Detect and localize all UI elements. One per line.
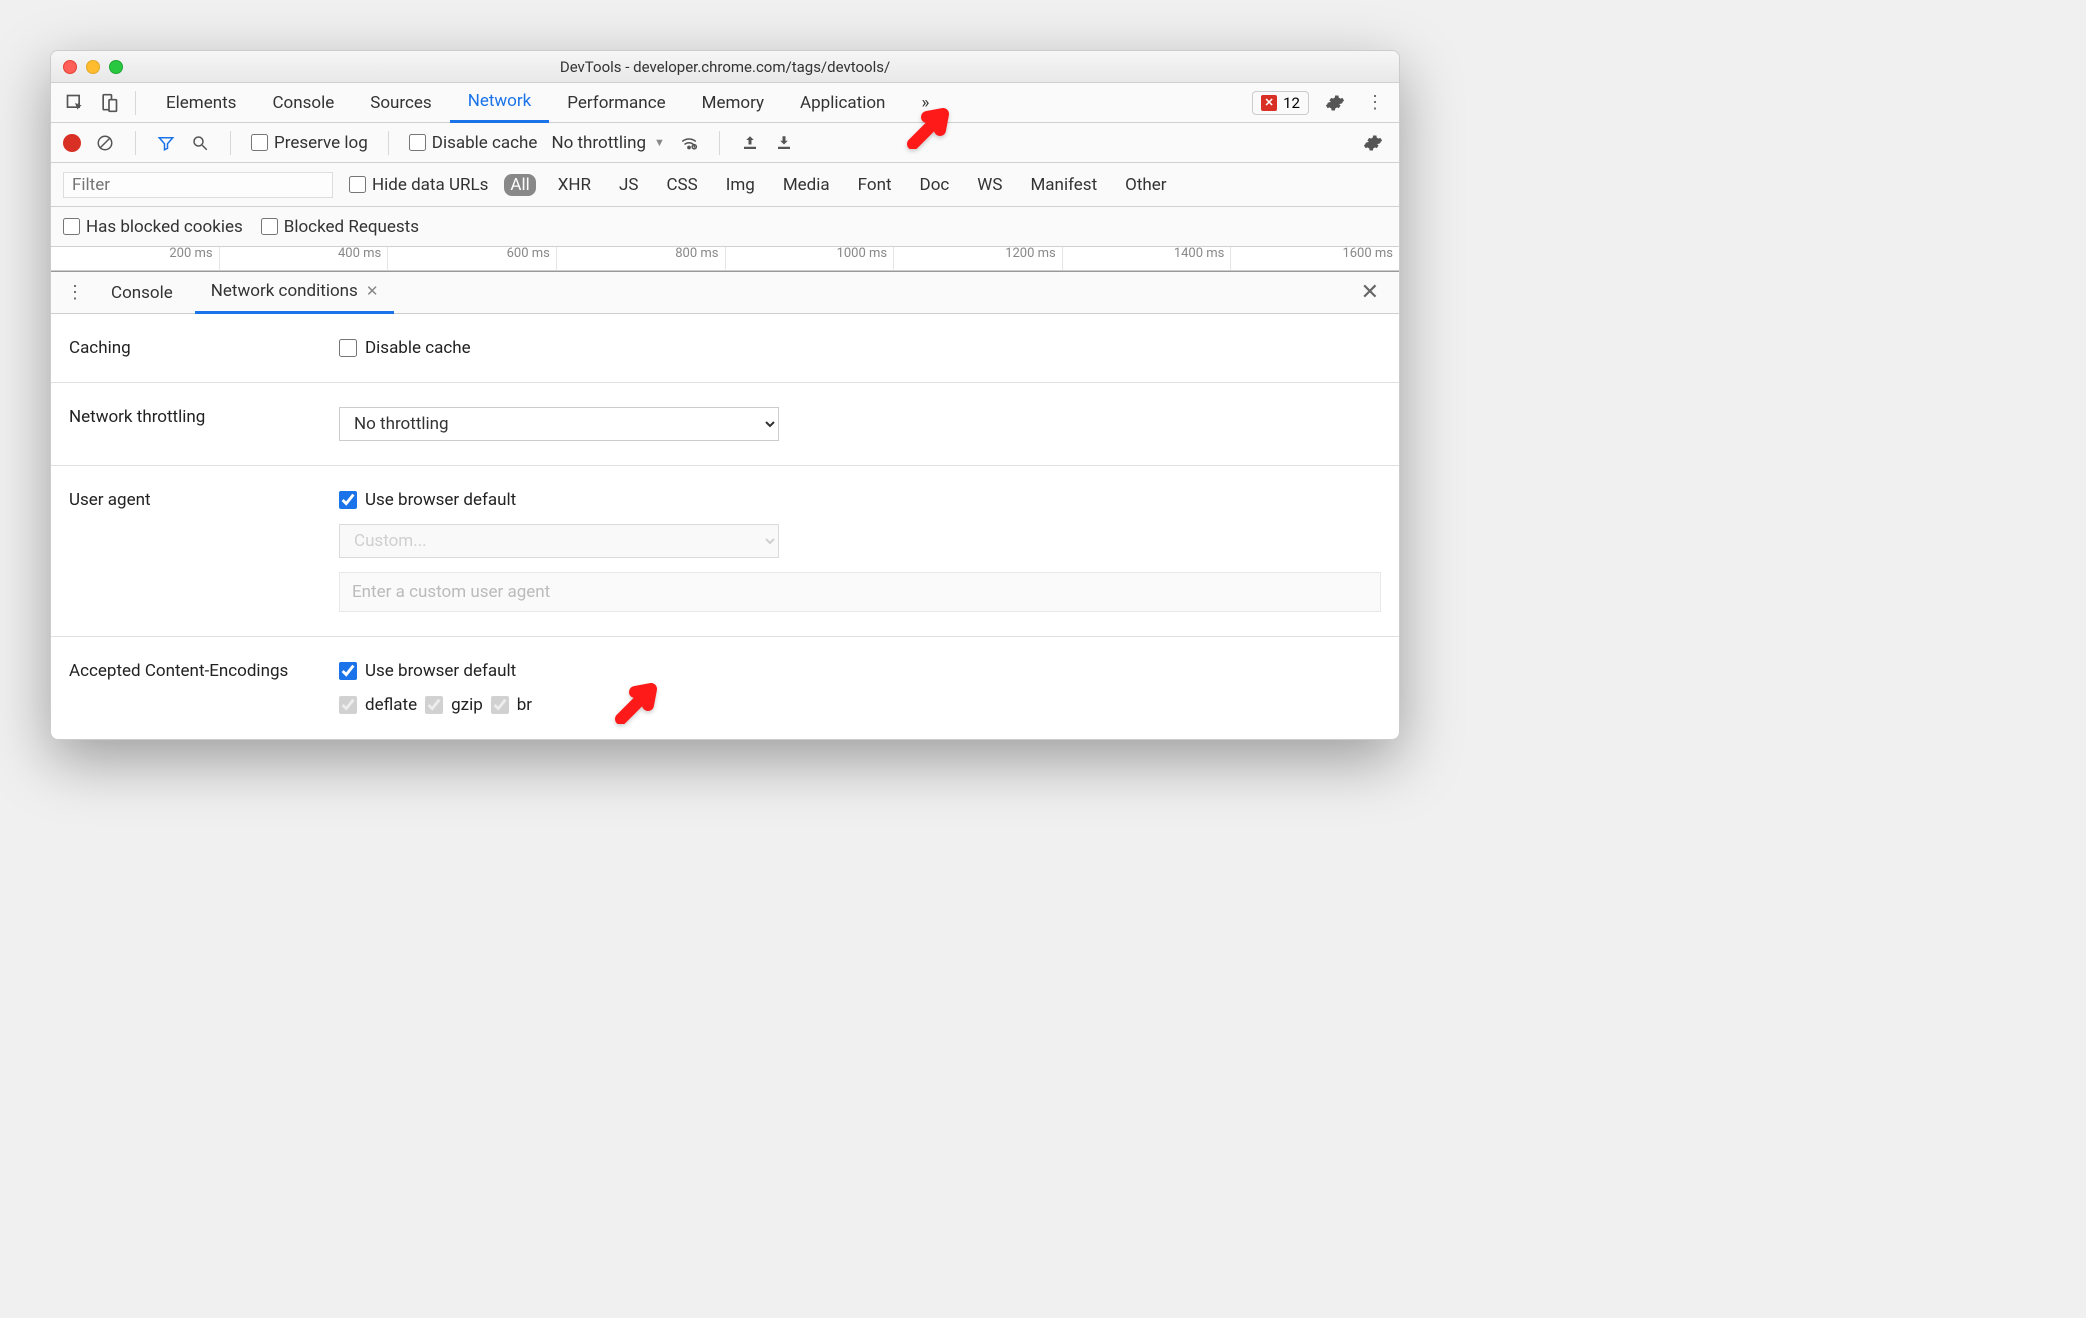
- network-conditions-icon[interactable]: [679, 133, 699, 153]
- encodings-use-default-checkbox[interactable]: Use browser default: [339, 661, 1381, 681]
- maximize-window-button[interactable]: [109, 60, 123, 74]
- download-har-icon[interactable]: [774, 133, 794, 153]
- tab-network[interactable]: Network: [450, 83, 550, 123]
- close-window-button[interactable]: [63, 60, 77, 74]
- close-drawer-icon[interactable]: ✕: [1351, 280, 1389, 305]
- throttling-select[interactable]: No throttling▼: [551, 133, 664, 153]
- filter-chip-all[interactable]: All: [504, 174, 535, 196]
- filter-chip-doc[interactable]: Doc: [914, 174, 956, 196]
- tl-tick: 1000 ms: [726, 247, 895, 270]
- throttling-dropdown[interactable]: No throttling: [339, 407, 779, 441]
- filter-chip-css[interactable]: CSS: [660, 174, 703, 196]
- tab-sources[interactable]: Sources: [352, 83, 449, 123]
- tab-elements[interactable]: Elements: [148, 83, 254, 123]
- filter-chip-js[interactable]: JS: [613, 174, 644, 196]
- gear-icon[interactable]: [1359, 129, 1387, 157]
- network-conditions-panel: Caching Disable cache Network throttling…: [51, 314, 1399, 739]
- user-agent-section-label: User agent: [69, 490, 339, 510]
- filter-chip-font[interactable]: Font: [852, 174, 898, 196]
- blocked-requests-check[interactable]: Blocked Requests: [261, 217, 419, 237]
- ua-custom-select: Custom...: [339, 524, 779, 558]
- filter-chip-other[interactable]: Other: [1119, 174, 1172, 196]
- filter-bar-2: Has blocked cookies Blocked Requests: [51, 207, 1399, 247]
- tab-memory[interactable]: Memory: [684, 83, 782, 123]
- has-blocked-cookies-check[interactable]: Has blocked cookies: [63, 217, 243, 237]
- separator: [135, 131, 136, 155]
- window-title: DevTools - developer.chrome.com/tags/dev…: [51, 58, 1399, 76]
- timeline-overview[interactable]: 200 ms 400 ms 600 ms 800 ms 1000 ms 1200…: [51, 247, 1399, 271]
- tab-application[interactable]: Application: [782, 83, 903, 123]
- tab-overflow[interactable]: »: [903, 83, 947, 123]
- record-button[interactable]: [63, 134, 81, 152]
- upload-har-icon[interactable]: [740, 133, 760, 153]
- network-toolbar: Preserve log Disable cache No throttling…: [51, 123, 1399, 163]
- gear-icon[interactable]: [1321, 89, 1349, 117]
- main-tabbar: Elements Console Sources Network Perform…: [51, 83, 1399, 123]
- separator: [135, 91, 136, 115]
- filter-input[interactable]: [63, 172, 333, 198]
- filter-chip-ws[interactable]: WS: [971, 174, 1008, 196]
- tl-tick: 1400 ms: [1063, 247, 1232, 270]
- throttling-section-label: Network throttling: [69, 407, 339, 427]
- search-icon[interactable]: [190, 133, 210, 153]
- encoding-gzip-checkbox: gzip: [425, 695, 483, 715]
- ua-use-default-checkbox[interactable]: Use browser default: [339, 490, 1381, 510]
- tl-tick: 1200 ms: [894, 247, 1063, 270]
- error-count: 12: [1283, 94, 1300, 112]
- tab-console[interactable]: Console: [254, 83, 352, 123]
- tl-tick: 400 ms: [220, 247, 389, 270]
- separator: [388, 131, 389, 155]
- tl-tick: 1600 ms: [1231, 247, 1399, 270]
- dropdown-icon: ▼: [654, 136, 665, 149]
- encoding-br-checkbox: br: [491, 695, 532, 715]
- filter-chip-manifest[interactable]: Manifest: [1024, 174, 1103, 196]
- filter-icon[interactable]: [156, 133, 176, 153]
- error-icon: ✕: [1261, 95, 1277, 111]
- filter-chip-img[interactable]: Img: [720, 174, 761, 196]
- minimize-window-button[interactable]: [86, 60, 100, 74]
- filter-bar: Hide data URLs All XHR JS CSS Img Media …: [51, 163, 1399, 207]
- encoding-deflate-checkbox: deflate: [339, 695, 417, 715]
- more-menu-icon[interactable]: ⋮: [1361, 92, 1389, 113]
- clear-icon[interactable]: [95, 133, 115, 153]
- ua-custom-input: [339, 572, 1381, 612]
- preserve-log-check[interactable]: Preserve log: [251, 133, 368, 153]
- drawer-tab-network-conditions[interactable]: Network conditions ✕: [195, 272, 395, 314]
- titlebar: DevTools - developer.chrome.com/tags/dev…: [51, 51, 1399, 83]
- tl-tick: 800 ms: [557, 247, 726, 270]
- inspect-element-icon[interactable]: [61, 89, 89, 117]
- encodings-section-label: Accepted Content-Encodings: [69, 661, 339, 681]
- separator: [719, 131, 720, 155]
- disable-cache-checkbox[interactable]: Disable cache: [339, 338, 1381, 358]
- tl-tick: 600 ms: [388, 247, 557, 270]
- tl-tick: 200 ms: [51, 247, 220, 270]
- filter-chip-xhr[interactable]: XHR: [552, 174, 597, 196]
- error-badge[interactable]: ✕ 12: [1252, 91, 1309, 115]
- close-tab-icon[interactable]: ✕: [366, 282, 379, 300]
- separator: [230, 131, 231, 155]
- tab-performance[interactable]: Performance: [549, 83, 683, 123]
- caching-section-label: Caching: [69, 338, 339, 358]
- disable-cache-check[interactable]: Disable cache: [409, 133, 538, 153]
- filter-chip-media[interactable]: Media: [777, 174, 836, 196]
- drawer-tabbar: ⋮ Console Network conditions ✕ ✕: [51, 272, 1399, 314]
- drawer-tab-console[interactable]: Console: [95, 272, 189, 314]
- drawer-more-icon[interactable]: ⋮: [61, 282, 89, 303]
- device-toolbar-icon[interactable]: [95, 89, 123, 117]
- hide-data-urls-check[interactable]: Hide data URLs: [349, 175, 488, 195]
